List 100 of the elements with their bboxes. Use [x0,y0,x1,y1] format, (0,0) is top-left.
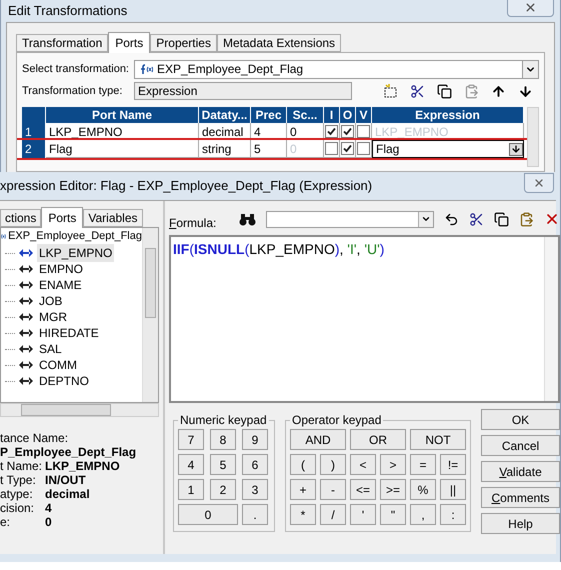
keypad-key[interactable]: ) [320,454,346,475]
keypad-key[interactable]: " [380,504,406,525]
tree-item[interactable]: COMM [37,356,79,374]
dialog-button[interactable]: OK [481,409,560,430]
dialog-button[interactable]: Cancel [481,435,560,456]
keypad-key[interactable]: = [410,454,436,475]
keypad-key[interactable]: != [440,454,466,475]
scrollbar[interactable] [142,228,158,402]
tree-item[interactable]: JOB [37,292,64,310]
tab[interactable]: Properties [150,34,217,52]
close-icon [533,177,545,189]
cut-icon[interactable] [410,84,425,98]
keypad-key[interactable]: 3 [242,479,268,500]
close-button[interactable] [507,0,554,17]
keypad-key[interactable]: OR [350,429,406,450]
keypad-key[interactable]: 0 [178,504,238,525]
close-icon [524,0,537,14]
formula-label: Formula: [169,215,218,232]
close-button[interactable] [524,173,554,193]
tree-item[interactable]: SAL [37,340,64,358]
keypad-key[interactable]: 4 [178,454,204,475]
table-row[interactable]: 2 Flag string 5 0 Flag [17,140,530,158]
keypad-key[interactable]: 5 [210,454,236,475]
expand-icon[interactable] [509,142,523,156]
expression-field[interactable]: Flag [372,140,524,158]
checkbox[interactable] [341,142,354,155]
keypad-key[interactable]: NOT [410,429,466,450]
tab[interactable]: Ports [108,32,150,53]
tab[interactable]: Transformation [16,34,108,52]
bidirectional-arrow-icon [19,377,33,385]
scrollbar[interactable] [527,107,539,167]
tree-item[interactable]: EXP_Employee_Dept_Flag [8,228,142,245]
keypad-key[interactable]: > [380,454,406,475]
transformation-dropdown[interactable]: EXP_Employee_Dept_Flag [134,60,539,78]
keypad-key[interactable]: . [242,504,268,525]
bidirectional-arrow-icon [19,361,33,369]
checkbox[interactable] [325,124,338,138]
checkbox[interactable] [341,124,354,138]
table-cell: 0 [287,140,324,158]
keypad-key[interactable]: 8 [210,429,236,450]
delete-icon[interactable] [544,211,560,227]
checkbox[interactable] [357,142,370,155]
keypad-key[interactable]: % [410,479,436,500]
move-down-icon[interactable] [518,84,533,98]
expression-icon [1,232,6,241]
keypad-key[interactable]: - [320,479,346,500]
tree-item[interactable]: EMPNO [37,260,86,278]
keypad-key[interactable]: * [290,504,316,525]
keypad-key[interactable]: ( [290,454,316,475]
info-value: IN/OUT [45,473,86,487]
keypad-key[interactable]: 7 [178,429,204,450]
keypad-key[interactable]: AND [290,429,346,450]
search-dropdown[interactable] [266,210,434,228]
keypad-key[interactable]: 2 [210,479,236,500]
info-value: 0 [45,515,52,529]
keypad-key[interactable]: || [440,479,466,500]
undo-icon[interactable] [444,212,459,226]
formula-editor[interactable]: IIF(ISNULL(LKP_EMPNO), 'I', 'U') [169,235,560,403]
info-label: atype: [0,487,34,501]
info-value: LKP_EMPNO [45,459,120,473]
checkbox[interactable] [357,124,370,138]
scrollbar[interactable] [544,237,558,401]
keypad-key[interactable]: / [320,504,346,525]
row-number: 2 [22,140,46,158]
tree-item[interactable]: MGR [37,308,69,326]
tab[interactable]: Ports [41,207,84,228]
tab[interactable]: Metadata Extensions [216,34,342,52]
paste-icon[interactable] [519,212,534,226]
binoculars-icon[interactable] [239,212,256,226]
dialog-button[interactable]: Help [481,513,560,534]
move-up-icon[interactable] [491,84,506,98]
paste-icon[interactable] [464,84,479,98]
tree-item[interactable]: LKP_EMPNO [37,244,114,262]
keypad-key[interactable]: ' [350,504,376,525]
keypad-key[interactable]: : [440,504,466,525]
dialog-button[interactable]: Comments [481,487,560,508]
cut-icon[interactable] [469,212,484,226]
keypad-key[interactable]: <= [350,479,376,500]
keypad-key[interactable]: >= [380,479,406,500]
checkbox[interactable] [325,142,338,155]
copy-icon[interactable] [437,84,452,98]
copy-icon[interactable] [494,212,509,226]
tab[interactable]: Variables [83,209,143,227]
keypad-key[interactable]: , [410,504,436,525]
keypad-key[interactable]: 6 [242,454,268,475]
tree-item[interactable]: HIREDATE [37,324,101,342]
bidirectional-arrow-icon [19,329,33,337]
keypad-key[interactable]: + [290,479,316,500]
scrollbar[interactable] [0,403,159,417]
tab[interactable]: ctions [0,209,42,227]
dialog-button[interactable]: Validate [481,461,560,482]
expression-icon [140,64,153,74]
keypad-key[interactable]: < [350,454,376,475]
table-cell: 5 [251,140,287,158]
new-port-icon[interactable] [383,84,398,98]
tree-item[interactable]: DEPTNO [37,372,92,390]
keypad-key[interactable]: 9 [242,429,268,450]
keypad-key[interactable]: 1 [178,479,204,500]
tree-item[interactable]: ENAME [37,276,84,294]
bidirectional-arrow-icon [19,265,33,273]
